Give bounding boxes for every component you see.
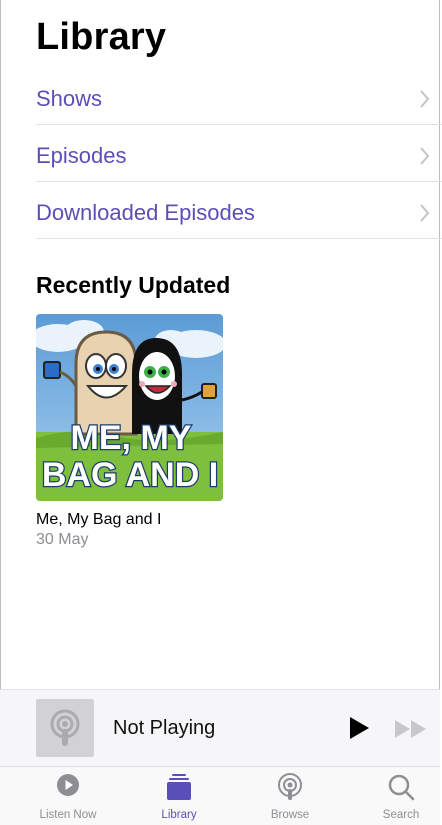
podcast-title[interactable]: Me, My Bag and I bbox=[36, 511, 161, 529]
mini-player[interactable]: Not Playing bbox=[0, 689, 440, 767]
artwork-text-line2: BAG AND I bbox=[42, 456, 218, 494]
tab-listen-now[interactable]: Listen Now bbox=[24, 767, 112, 825]
row-downloaded-episodes-label: Downloaded Episodes bbox=[36, 199, 255, 225]
tab-label: Library bbox=[161, 809, 197, 821]
row-episodes[interactable]: Episodes bbox=[36, 127, 442, 184]
play-circle-icon bbox=[57, 774, 79, 796]
separator bbox=[36, 181, 442, 182]
tab-label: Search bbox=[382, 809, 420, 821]
chevron-right-icon bbox=[420, 89, 430, 108]
play-icon[interactable] bbox=[348, 716, 370, 740]
tab-label: Listen Now bbox=[39, 809, 97, 821]
mini-player-artwork bbox=[36, 699, 94, 757]
fast-forward-icon[interactable] bbox=[394, 719, 428, 739]
tab-search[interactable]: Search bbox=[357, 767, 442, 825]
tab-label: Browse bbox=[270, 809, 310, 821]
library-stack-icon bbox=[167, 774, 191, 800]
tab-browse[interactable]: Browse bbox=[246, 767, 334, 825]
page-title: Library bbox=[36, 16, 167, 58]
section-heading: Recently Updated bbox=[36, 272, 231, 298]
chevron-right-icon bbox=[420, 203, 430, 222]
podcast-icon bbox=[50, 709, 80, 746]
separator bbox=[36, 238, 442, 239]
tab-bar: Listen Now Library Browse Search bbox=[0, 766, 440, 825]
row-shows[interactable]: Shows bbox=[36, 70, 442, 127]
separator bbox=[36, 124, 442, 125]
podcast-icon bbox=[278, 773, 302, 800]
search-icon bbox=[388, 774, 415, 801]
podcast-artwork-image: ME, MY BAG AND I bbox=[36, 314, 223, 501]
row-episodes-label: Episodes bbox=[36, 142, 127, 168]
chevron-right-icon bbox=[420, 146, 430, 165]
podcast-date: 30 May bbox=[36, 531, 89, 548]
row-shows-label: Shows bbox=[36, 85, 103, 111]
artwork-text-line1: ME, MY bbox=[71, 419, 192, 457]
now-playing-status: Not Playing bbox=[113, 717, 216, 739]
tab-library[interactable]: Library bbox=[135, 767, 223, 825]
row-downloaded-episodes[interactable]: Downloaded Episodes bbox=[36, 184, 442, 241]
podcast-artwork[interactable]: ME, MY BAG AND I bbox=[36, 314, 223, 501]
